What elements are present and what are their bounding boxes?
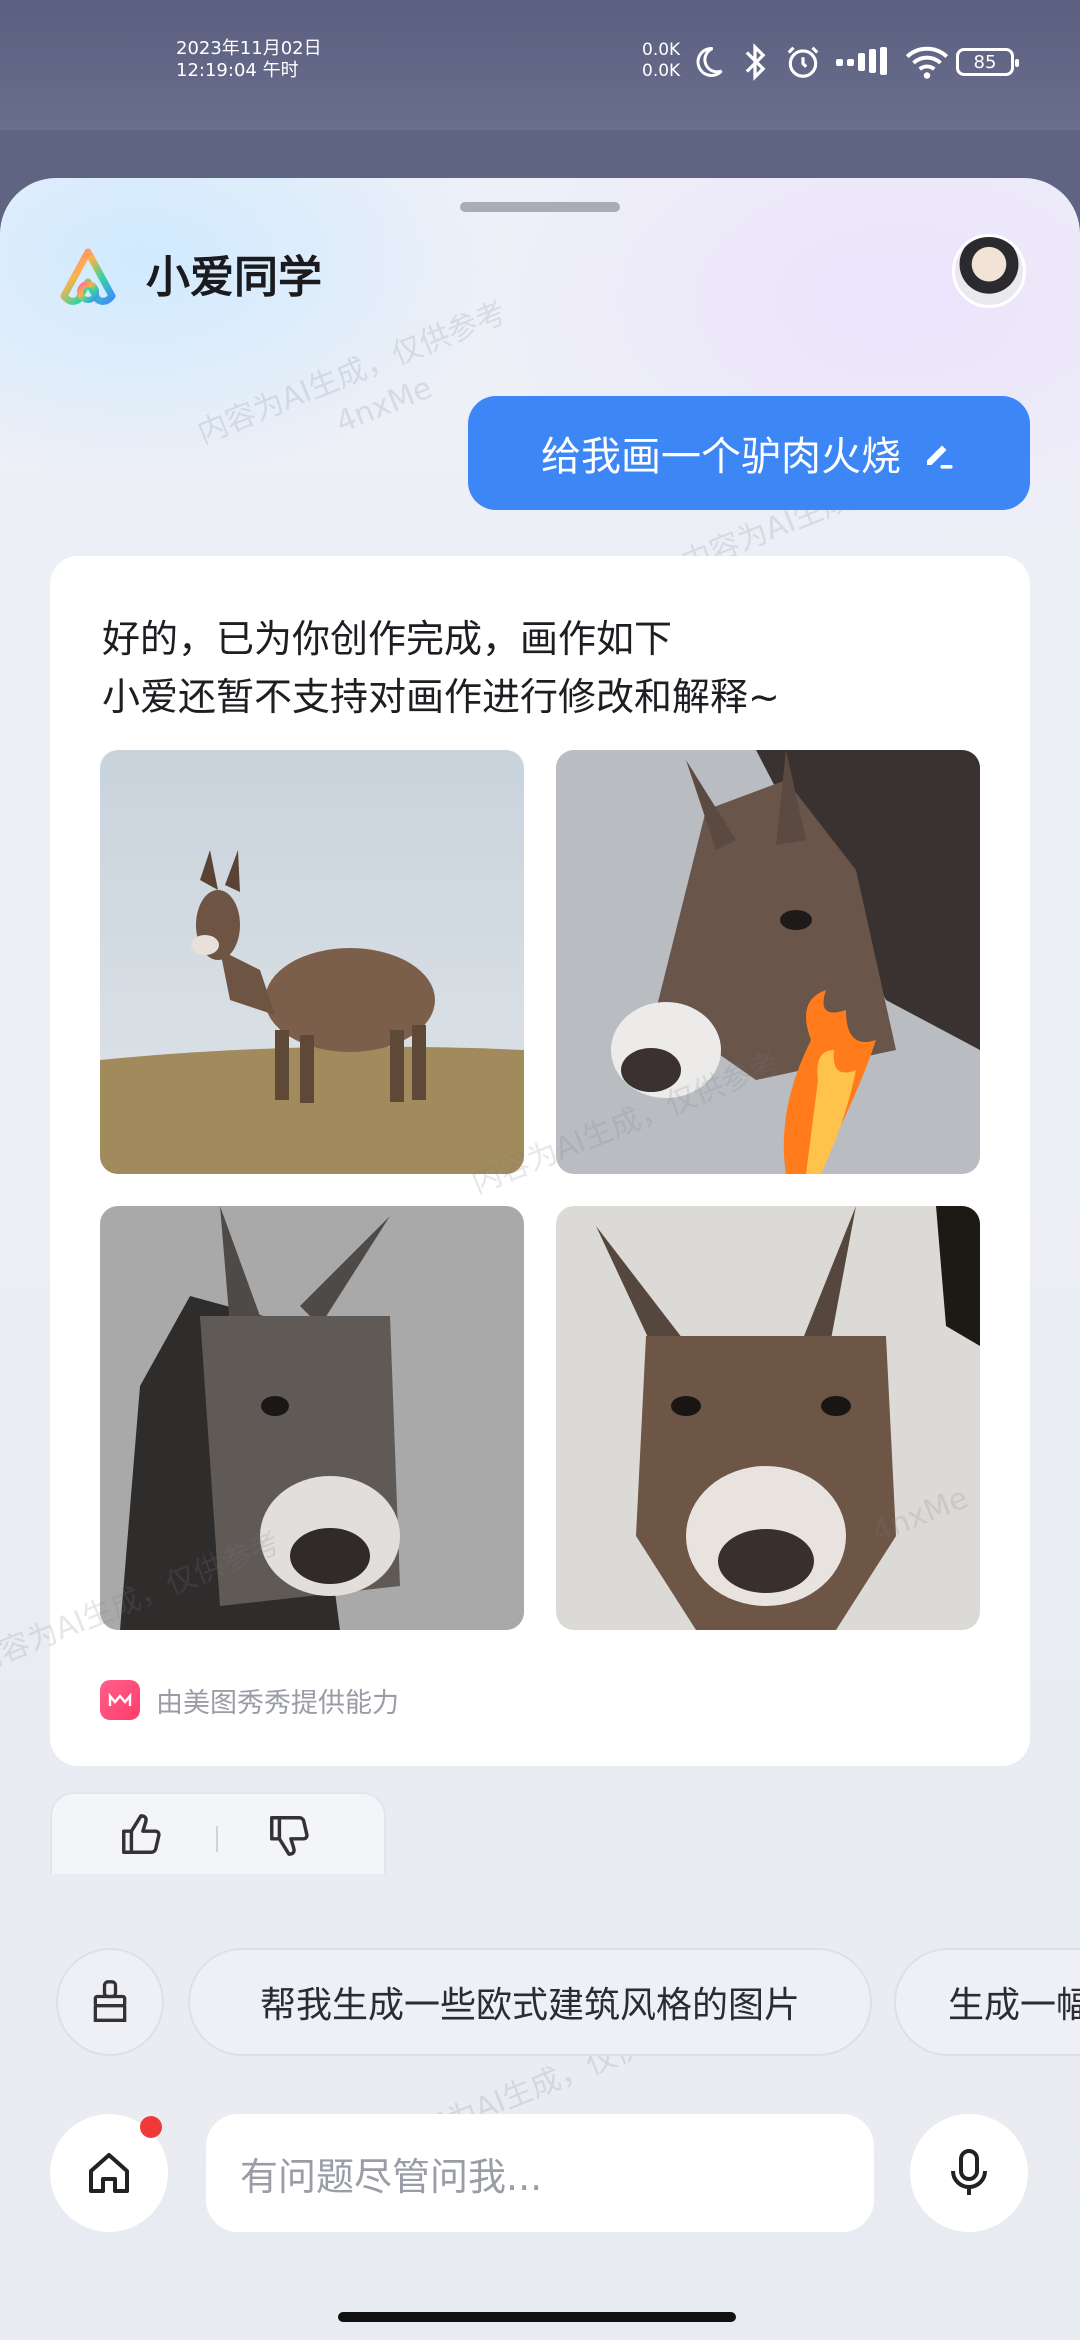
suggestion-chip[interactable]: 帮我生成一些欧式建筑风格的图片 bbox=[188, 1948, 872, 2056]
voice-button[interactable] bbox=[910, 2114, 1028, 2232]
drag-handle[interactable] bbox=[460, 202, 620, 212]
alarm-icon bbox=[787, 46, 819, 78]
feedback-bar bbox=[50, 1792, 386, 1874]
status-time: 12:19:04 午时 bbox=[176, 60, 299, 81]
assistant-sheet: 小爱同学 内容为AI生成，仅供参考 4nxMe 内容为AI生成，仅供参考 给我画… bbox=[0, 178, 1080, 2340]
edit-pencil-icon[interactable] bbox=[921, 435, 957, 471]
donkey-standing-image[interactable] bbox=[100, 750, 524, 1174]
moon-icon bbox=[696, 46, 723, 77]
thumbs-up-icon[interactable] bbox=[118, 1812, 164, 1858]
gesture-bar[interactable] bbox=[338, 2312, 736, 2322]
battery-level: 85 bbox=[973, 51, 997, 73]
xiaoai-logo-icon bbox=[60, 248, 116, 305]
net-down: 0.0K bbox=[642, 61, 681, 81]
user-message-bubble[interactable]: 给我画一个驴肉火烧 bbox=[468, 396, 1030, 510]
feedback-divider bbox=[216, 1826, 218, 1852]
brush-icon bbox=[93, 1980, 127, 2022]
home-icon bbox=[89, 2153, 129, 2193]
bluetooth-icon bbox=[745, 43, 766, 81]
microphone-icon bbox=[951, 2149, 987, 2195]
status-bar: 2023年11月02日 12:19:04 午时 0.0K 0.0K 85 bbox=[0, 0, 1080, 130]
battery-indicator: 85 bbox=[956, 48, 1019, 76]
thumbs-down-icon[interactable] bbox=[266, 1812, 312, 1858]
donkey-front-image[interactable] bbox=[556, 1206, 980, 1630]
reply-text-line: 好的，已为你创作完成，画作如下 bbox=[102, 617, 673, 661]
brush-skill-button[interactable] bbox=[56, 1948, 164, 2056]
signal-icon bbox=[836, 47, 887, 75]
chat-input[interactable]: 有问题尽管问我... bbox=[206, 2114, 874, 2232]
app-title: 小爱同学 bbox=[146, 252, 322, 303]
user-avatar[interactable] bbox=[952, 234, 1026, 308]
reply-text-line: 小爱还暂不支持对画作进行修改和解释~ bbox=[102, 675, 780, 719]
status-icons bbox=[690, 40, 950, 84]
suggestion-chip[interactable]: 生成一幅 bbox=[894, 1948, 1080, 2056]
user-message-text: 给我画一个驴肉火烧 bbox=[541, 434, 901, 480]
provider-credit: 由美图秀秀提供能力 bbox=[100, 1680, 399, 1720]
wifi-icon bbox=[905, 46, 949, 79]
chat-input-placeholder: 有问题尽管问我... bbox=[240, 2154, 543, 2199]
status-datetime: 2023年11月02日 12:19:04 午时 bbox=[176, 38, 322, 82]
status-date: 2023年11月02日 bbox=[176, 38, 322, 59]
notification-badge bbox=[140, 2116, 162, 2138]
provider-text: 由美图秀秀提供能力 bbox=[156, 1687, 399, 1719]
net-up: 0.0K bbox=[642, 40, 681, 60]
network-speed: 0.0K 0.0K bbox=[642, 40, 680, 82]
meitu-logo-icon bbox=[100, 1680, 140, 1720]
